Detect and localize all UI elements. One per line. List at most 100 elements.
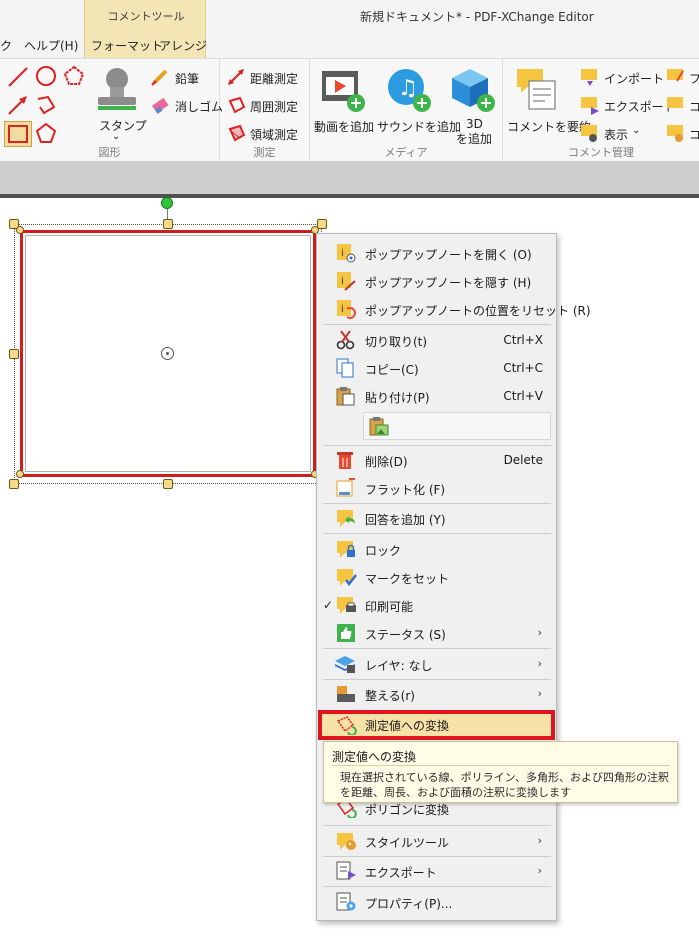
distance-measure-label[interactable]: 距離測定 xyxy=(250,70,298,87)
convert-measurement-icon xyxy=(336,716,357,735)
add-sound-label[interactable]: サウンドを追加 xyxy=(377,118,461,135)
open-popup-note-icon: i xyxy=(337,244,356,263)
toolbar-band xyxy=(0,162,699,194)
import-comments-label[interactable]: インポート xyxy=(604,70,664,87)
tab-arrange[interactable]: アレンジ xyxy=(159,37,207,54)
clipped-ribbon-label-1[interactable]: フ xyxy=(689,70,699,87)
reply-icon xyxy=(337,510,355,527)
menu-cut[interactable]: 切り取り(t) Ctrl+X xyxy=(317,326,556,354)
menu-item-label: ステータス (S) xyxy=(365,628,446,642)
menu-hide-popup-note[interactable]: i ポップアップノートを隠す (H) xyxy=(317,267,556,295)
menu-arrange[interactable]: 整える(r) › xyxy=(317,680,556,708)
vertex-handle-bottom-left[interactable] xyxy=(16,470,24,478)
eraser-icon[interactable] xyxy=(150,95,170,115)
checkmark-comment-icon xyxy=(337,569,357,587)
menu-properties[interactable]: プロパティ(P)... xyxy=(317,888,556,916)
tab-format[interactable]: フォーマット xyxy=(91,37,163,54)
menu-item-label: エクスポート xyxy=(365,866,437,880)
menu-export[interactable]: エクスポート › xyxy=(317,857,556,885)
paste-image-icon xyxy=(369,417,389,436)
ribbon-group-comments: コメントを要約 インポート エクスポート 表示 ⌄ フ コ コ コメント管理 xyxy=(503,59,699,163)
stamp-icon[interactable] xyxy=(96,65,138,111)
menu-item-truncated[interactable]: ク xyxy=(0,37,12,54)
area-measure-icon[interactable] xyxy=(226,123,246,143)
ellipse-tool-icon[interactable] xyxy=(34,64,58,88)
distance-measure-icon[interactable] xyxy=(226,67,246,87)
tooltip: 測定値への変換 現在選択されている線、ポリライン、多角形、および四角形の注釈を距… xyxy=(323,741,678,803)
properties-icon xyxy=(336,892,356,911)
menu-convert-to-measurement[interactable]: 測定値への変換 xyxy=(318,710,555,740)
menu-delete[interactable]: 削除(D) Delete xyxy=(317,446,556,474)
tooltip-separator xyxy=(332,765,670,766)
menu-item-label: 貼り付け(P) xyxy=(365,391,430,405)
menu-layer[interactable]: レイヤ: なし › xyxy=(317,650,556,678)
clipped-ribbon-label-3[interactable]: コ xyxy=(689,126,699,143)
clipped-ribbon-label-2[interactable]: コ xyxy=(689,98,699,115)
menu-set-mark[interactable]: マークをセット xyxy=(317,563,556,591)
menu-lock[interactable]: ロック xyxy=(317,535,556,563)
area-measure-label[interactable]: 領域測定 xyxy=(250,126,298,143)
menu-printable[interactable]: ✓ 印刷可能 xyxy=(317,591,556,619)
summarize-comments-icon[interactable] xyxy=(515,67,561,113)
menu-item-label: スタイルツール xyxy=(365,836,450,850)
cloud-polygon-tool-icon[interactable] xyxy=(62,64,86,88)
ribbon: スタンプ ⌄ 鉛筆 消しゴム 図形 距離測定 周囲測定 領域測定 測定 動画を追… xyxy=(0,58,699,163)
stamp-label[interactable]: スタンプ xyxy=(99,117,147,134)
view-comments-label[interactable]: 表示 xyxy=(604,126,628,143)
menu-flatten[interactable]: フラット化 (F) xyxy=(317,474,556,502)
menu-paste[interactable]: 貼り付け(P) Ctrl+V xyxy=(317,382,556,410)
perimeter-measure-label[interactable]: 周囲測定 xyxy=(250,98,298,115)
menu-open-popup-note[interactable]: i ポップアップノートを開く (O) xyxy=(317,239,556,267)
perimeter-measure-icon[interactable] xyxy=(226,95,246,115)
sound-add-icon[interactable]: ♫ xyxy=(386,67,432,113)
hide-popup-note-icon: i xyxy=(337,272,356,291)
line-tool-icon[interactable] xyxy=(6,65,30,89)
polyline-tool-icon[interactable] xyxy=(34,93,58,117)
menu-copy[interactable]: コピー(C) Ctrl+C xyxy=(317,354,556,382)
submenu-arrow-icon: › xyxy=(537,834,542,847)
submenu-arrow-icon: › xyxy=(537,864,542,877)
view-comments-icon[interactable] xyxy=(579,123,601,143)
pentagon-tool-icon[interactable] xyxy=(34,121,58,145)
resize-handle-top[interactable] xyxy=(163,219,173,229)
arrow-tool-icon[interactable] xyxy=(6,93,30,117)
menu-add-reply[interactable]: 回答を追加 (Y) xyxy=(317,504,556,532)
ribbon-group-measure: 距離測定 周囲測定 領域測定 測定 xyxy=(220,59,310,163)
resize-handle-bottom[interactable] xyxy=(163,479,173,489)
comment-filter-icon[interactable] xyxy=(665,67,685,87)
checkmark-icon: ✓ xyxy=(323,598,334,612)
pencil-label[interactable]: 鉛筆 xyxy=(175,70,199,87)
menu-shortcut: Ctrl+V xyxy=(503,389,543,403)
add-3d-label-line1[interactable]: 3D xyxy=(466,117,483,131)
pencil-icon[interactable] xyxy=(150,67,170,87)
context-menu: i ポップアップノートを開く (O) i ポップアップノートを隠す (H) i … xyxy=(316,233,591,921)
paste-special-button[interactable] xyxy=(363,412,551,440)
resize-handle-left[interactable] xyxy=(9,349,19,359)
vertex-handle-top-left[interactable] xyxy=(16,226,24,234)
menu-item-label: 測定値への変換 xyxy=(365,719,450,733)
comment-style-icon[interactable] xyxy=(665,95,685,115)
style-tools-icon xyxy=(337,833,356,850)
resize-handle-bottom-left[interactable] xyxy=(9,479,19,489)
export-comments-icon[interactable] xyxy=(579,95,601,115)
menu-reset-popup-position[interactable]: i ポップアップノートの位置をリセット (R) xyxy=(317,295,591,323)
video-add-icon[interactable] xyxy=(320,67,366,113)
flatten-icon xyxy=(336,478,355,497)
ribbon-group-media: 動画を追加 ♫ サウンドを追加 3D を追加 メディア xyxy=(310,59,503,163)
menu-status[interactable]: ステータス (S) › xyxy=(317,619,556,647)
menu-item-help[interactable]: ヘルプ(H) xyxy=(24,37,78,54)
rectangle-tool-icon xyxy=(8,125,28,143)
view-chevron-down-icon[interactable]: ⌄ xyxy=(632,125,640,136)
ribbon-group-comments-label: コメント管理 xyxy=(568,146,634,159)
comment-palette-icon[interactable] xyxy=(665,123,685,143)
add-video-label[interactable]: 動画を追加 xyxy=(314,118,374,135)
menu-style-tools[interactable]: スタイルツール › xyxy=(317,827,556,855)
chevron-down-icon[interactable]: ⌄ xyxy=(112,131,120,142)
submenu-arrow-icon: › xyxy=(537,626,542,639)
import-comments-icon[interactable] xyxy=(579,67,601,87)
rotation-handle[interactable] xyxy=(161,197,173,209)
ribbon-group-media-label: メディア xyxy=(384,146,428,159)
eraser-label[interactable]: 消しゴム xyxy=(175,98,223,115)
svg-text:♫: ♫ xyxy=(398,76,418,101)
3d-add-icon[interactable] xyxy=(450,67,496,113)
